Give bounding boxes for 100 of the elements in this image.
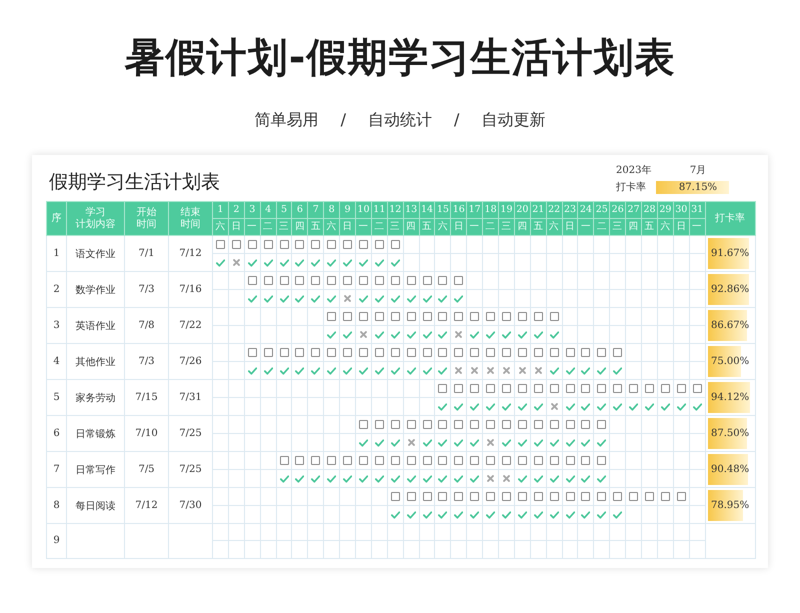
end-date: 7/30 [179,500,202,511]
row-number: 4 [53,356,60,367]
checkbox-icon [311,348,320,357]
checkbox-icon [660,492,670,501]
rate-value: 90.48% [711,464,750,475]
subtitle-text: 自动统计 [368,110,432,131]
end-date: 7/26 [179,356,202,367]
weekday-header: 六 [660,220,670,232]
weekday-header: 日 [454,220,464,232]
checkbox-icon [581,420,590,429]
checkbox-icon [327,348,336,357]
date-header: 8 [328,204,335,215]
checkbox-icon [438,420,448,429]
rate-value: 91.67% [711,248,750,259]
checkbox-icon [550,312,559,321]
weekday-header: 一 [580,220,591,232]
checkbox-icon [534,492,543,501]
column-header: 计划内容 [76,218,116,230]
checkbox-icon [566,420,575,429]
checkbox-icon [327,312,336,321]
row-number: 6 [53,428,60,439]
checkbox-icon [311,276,320,285]
checkbox-icon [438,276,448,285]
end-date: 7/25 [179,464,202,475]
column-header: 学习 [86,207,106,218]
weekday-header: 一 [358,220,368,232]
date-header: 9 [344,204,351,215]
checkbox-icon [566,384,575,393]
date-header: 18 [484,204,497,215]
checkbox-icon [343,276,352,285]
checkbox-icon [470,348,480,357]
task-name: 英语作业 [76,320,116,332]
checkbox-icon [438,456,448,465]
column-header: 时间 [180,218,200,230]
weekday-header: 日 [676,220,686,232]
checkbox-icon [438,384,448,393]
checkbox-icon [406,312,416,321]
weekday-header: 五 [422,220,432,232]
date-header: 7 [312,204,319,215]
end-date: 7/22 [179,320,202,331]
checkbox-icon [486,420,496,429]
checkbox-icon [343,348,352,357]
checkbox-icon [374,456,384,465]
checkbox-icon [343,456,352,465]
date-header: 19 [500,204,513,215]
task-name: 每日阅读 [76,500,116,512]
weekday-header: 三 [279,220,289,232]
start-date: 7/1 [138,248,155,259]
checkbox-icon [311,240,320,249]
checkbox-icon [454,384,464,393]
end-date: 7/25 [179,428,202,439]
rate-value: 86.67% [711,320,750,331]
checkbox-icon [422,276,432,285]
task-name: 语文作业 [76,248,116,260]
checkbox-icon [518,456,527,465]
checkbox-icon [502,348,511,357]
task-name: 数学作业 [76,284,116,296]
checkbox-icon [295,348,304,357]
checkbox-icon [295,276,304,285]
weekday-header: 五 [310,220,321,232]
checkbox-icon [550,492,559,501]
weekday-header: 日 [565,220,576,232]
rate-value: 94.12% [711,392,750,403]
start-date: 7/15 [135,392,158,403]
checkbox-icon [597,348,606,357]
checkbox-icon [534,384,543,393]
checkbox-icon [581,384,590,393]
date-header: 4 [265,204,272,215]
checkbox-icon [470,420,480,429]
checkbox-icon [264,240,273,249]
date-header: 1 [217,204,224,215]
checkbox-icon [438,348,448,357]
checkbox-icon [343,240,352,249]
checkbox-icon [550,348,559,357]
checkbox-icon [374,312,384,321]
date-header: 21 [532,204,544,215]
column-header: 结束 [180,207,200,218]
checkbox-icon [406,492,416,501]
checkbox-icon [597,456,606,465]
checkbox-icon [295,456,304,465]
checkbox-icon [534,456,543,465]
date-header: 25 [596,204,608,215]
checkbox-icon [534,348,543,357]
checkbox-icon [566,492,575,501]
weekday-header: 三 [390,220,400,232]
row-number: 8 [53,500,60,511]
weekday-header: 三 [501,220,512,232]
weekday-header: 一 [692,220,702,232]
weekday-header: 一 [470,220,480,232]
checkbox-icon [676,492,686,501]
checkbox-icon [454,276,464,285]
checkbox-icon [406,276,416,285]
weekday-header: 四 [517,220,528,232]
checkbox-icon [374,276,384,285]
checkbox-icon [502,492,511,501]
checkbox-icon [502,384,511,393]
weekday-header: 二 [486,220,496,232]
checkbox-icon [406,420,416,429]
checkbox-icon [597,492,606,501]
checkbox-icon [390,276,400,285]
